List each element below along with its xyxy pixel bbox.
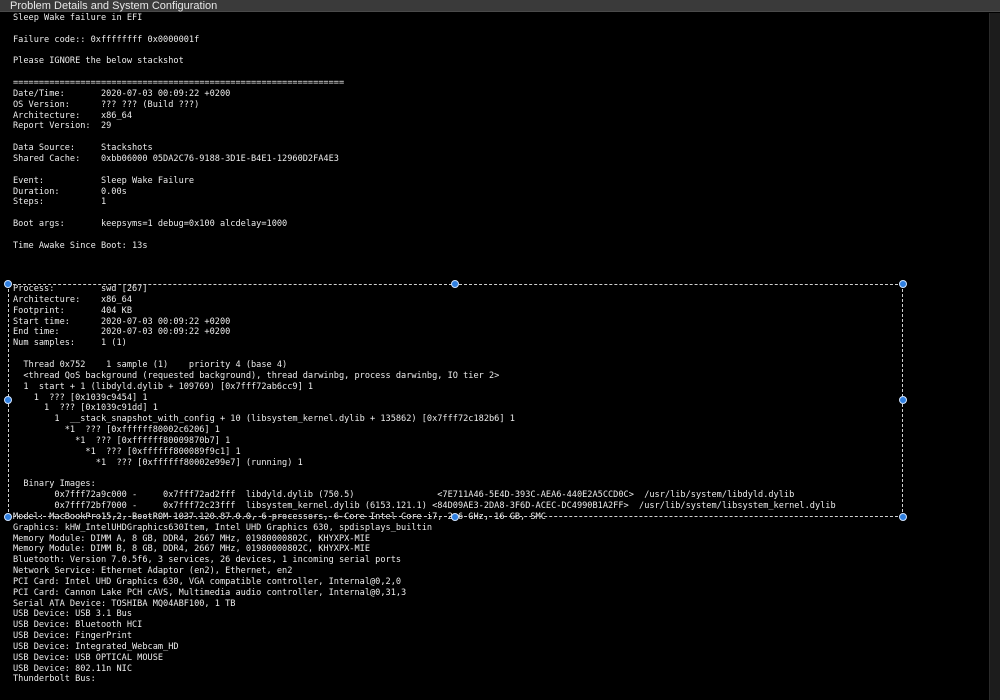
report-line xyxy=(13,230,1000,241)
report-line xyxy=(13,273,1000,284)
report-line xyxy=(13,262,1000,273)
report-line: Binary Images: xyxy=(13,479,96,490)
report-line: USB Device: Bluetooth HCI xyxy=(13,620,143,631)
report-line: Data Source: Stackshots xyxy=(13,143,153,154)
report-line: *1 ??? [0xffffff800089f9c1] 1 xyxy=(13,446,241,457)
report-line: USB Device: FingerPrint xyxy=(13,631,132,642)
selection-handle-top-center[interactable] xyxy=(451,280,459,288)
selection-handle-top-left[interactable] xyxy=(4,280,12,288)
report-line: Serial ATA Device: TOSHIBA MQ04ABF100, 1… xyxy=(13,598,236,609)
report-line: *1 ??? [0xffffff80002c6206] 1 xyxy=(13,425,220,436)
selection-handle-bottom-right[interactable] xyxy=(899,513,907,521)
report-line: Duration: 0.00s xyxy=(13,186,127,197)
report-line: Event: Sleep Wake Failure xyxy=(13,175,195,186)
report-line: Graphics: kHW_IntelUHDGraphics630Item, I… xyxy=(13,522,433,533)
report-line: Num samples: 1 (1) xyxy=(13,338,127,349)
report-line: 0x7fff72bf7000 - 0x7fff72c23fff libsyste… xyxy=(13,500,836,511)
report-line xyxy=(13,67,1000,78)
report-line: *1 ??? [0xffffff80009870b7] 1 xyxy=(13,435,231,446)
report-line xyxy=(13,349,1000,360)
report-line: 1 __stack_snapshot_with_config + 10 (lib… xyxy=(13,414,515,425)
report-line: 1 ??? [0x1039c9454] 1 xyxy=(13,392,148,403)
report-line: Memory Module: DIMM B, 8 GB, DDR4, 2667 … xyxy=(13,544,370,555)
report-line xyxy=(13,208,1000,219)
report-line: Boot args: keepsyms=1 debug=0x100 alcdel… xyxy=(13,219,288,230)
report-line: PCI Card: Intel UHD Graphics 630, VGA co… xyxy=(13,576,402,587)
report-line: Bluetooth: Version 7.0.5f6, 3 services, … xyxy=(13,555,402,566)
selection-handle-middle-left[interactable] xyxy=(4,396,12,404)
report-line: OS Version: ??? ??? (Build ???) xyxy=(13,99,200,110)
report-line xyxy=(13,46,1000,57)
report-line xyxy=(13,468,1000,479)
report-line: Footprint: 404 KB xyxy=(13,305,132,316)
report-line: Shared Cache: 0xbb06000 05DA2C76-9188-3D… xyxy=(13,153,339,164)
report-line: Memory Module: DIMM A, 8 GB, DDR4, 2667 … xyxy=(13,533,370,544)
report-line xyxy=(13,165,1000,176)
report-line: Architecture: x86_64 xyxy=(13,294,132,305)
report-line xyxy=(13,252,1000,263)
report-line: Thread 0x752 1 sample (1) priority 4 (ba… xyxy=(13,360,288,370)
report-line: Start time: 2020-07-03 00:09:22 +0200 xyxy=(13,316,231,327)
report-line: Failure code:: 0xffffffff 0x0000001f xyxy=(13,34,200,45)
problem-report-window: Problem Details and System Configuration… xyxy=(0,0,1000,700)
report-line: Model: MacBookPro15,2, BootROM 1037.120.… xyxy=(13,511,546,522)
selection-handle-middle-right[interactable] xyxy=(899,396,907,404)
report-line: USB Device: Integrated_Webcam_HD xyxy=(13,641,179,652)
report-line: USB Device: USB 3.1 Bus xyxy=(13,609,132,620)
selection-handle-bottom-center[interactable] xyxy=(451,513,459,521)
report-line: Network Service: Ethernet Adaptor (en2),… xyxy=(13,566,293,577)
report-line: ========================================… xyxy=(13,78,345,89)
report-line: PCI Card: Cannon Lake PCH cAVS, Multimed… xyxy=(13,587,407,598)
report-line: 1 start + 1 (libdyld.dylib + 109769) [0x… xyxy=(13,381,314,392)
report-line: Time Awake Since Boot: 13s xyxy=(13,240,148,251)
selection-handle-bottom-left[interactable] xyxy=(4,513,12,521)
report-line: 0x7fff72a9c000 - 0x7fff72ad2fff libdyld.… xyxy=(13,490,795,501)
report-line: USB Device: USB OPTICAL MOUSE xyxy=(13,652,164,663)
report-line: USB Device: 802.11n NIC xyxy=(13,663,132,674)
report-line: Architecture: x86_64 xyxy=(13,110,132,121)
report-line: End time: 2020-07-03 00:09:22 +0200 xyxy=(13,327,231,338)
selection-handle-top-right[interactable] xyxy=(899,280,907,288)
report-line: 1 ??? [0x1039c91dd] 1 xyxy=(13,403,158,414)
report-line: Process: swd [267] xyxy=(13,284,148,295)
report-line xyxy=(13,132,1000,143)
report-line: Report Version: 29 xyxy=(13,121,112,132)
report-line: Steps: 1 xyxy=(13,197,107,208)
report-line xyxy=(13,24,1000,35)
report-line: Date/Time: 2020-07-03 00:09:22 +0200 xyxy=(13,88,231,99)
report-line: Sleep Wake failure in EFI xyxy=(13,13,143,23)
report-line: Please IGNORE the below stackshot xyxy=(13,56,184,67)
report-line: Thunderbolt Bus: xyxy=(13,674,96,685)
window-title: Problem Details and System Configuration xyxy=(0,0,1000,12)
report-text-view[interactable]: Sleep Wake failure in EFIFailure code:: … xyxy=(0,13,1000,700)
report-line: *1 ??? [0xffffff80002e99e7] (running) 1 xyxy=(13,457,303,468)
report-line: <thread QoS background (requested backgr… xyxy=(13,370,500,381)
vertical-scrollbar[interactable] xyxy=(989,13,1000,700)
